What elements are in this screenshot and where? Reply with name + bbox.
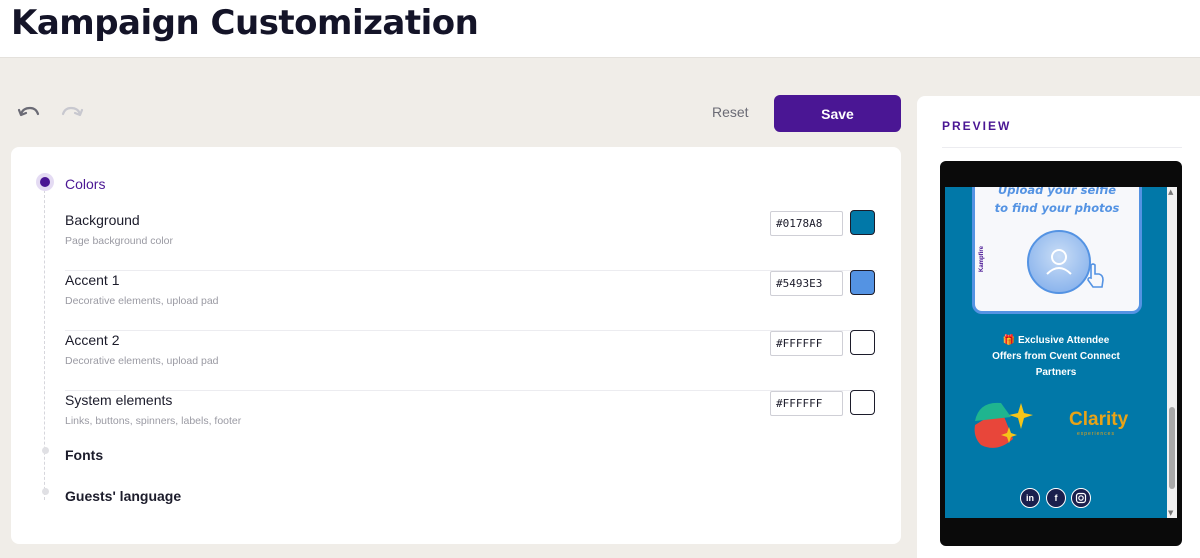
clarity-logo-subtitle: experiences <box>1077 431 1115 437</box>
color-row-description: Decorative elements, upload pad <box>65 295 219 307</box>
upload-text-line1: Upload your selfie <box>997 187 1117 197</box>
preview-screen: Upload your selfie to find your photos K… <box>945 187 1167 518</box>
offer-line-3: Partners <box>1035 367 1077 378</box>
upload-text-line2: to find your photos <box>994 201 1120 215</box>
undo-icon[interactable] <box>17 104 41 122</box>
scroll-up-icon[interactable]: ▲ <box>1168 188 1173 196</box>
background-color-swatch[interactable] <box>850 210 875 235</box>
partner-logo <box>974 402 1033 448</box>
accent-1-color-swatch[interactable] <box>850 270 875 295</box>
reset-button[interactable]: Reset <box>712 104 749 120</box>
offer-line-2: Offers from Cvent Connect <box>992 351 1120 362</box>
step-colors[interactable]: Colors <box>65 176 105 192</box>
offer-line-1: 🎁 Exclusive Attendee <box>1002 335 1110 346</box>
color-row-label: System elements <box>65 392 173 408</box>
color-row-description: Page background color <box>65 235 173 247</box>
kampfire-brand: Kampfire <box>979 245 985 272</box>
color-row-accent-1: Accent 1 Decorative elements, upload pad <box>65 270 877 331</box>
accent-2-hex-input[interactable] <box>770 331 843 356</box>
upload-pad: Upload your selfie to find your photos K… <box>972 187 1142 314</box>
preview-title: PREVIEW <box>942 119 1012 133</box>
color-row-label: Background <box>65 212 140 228</box>
hand-pointer-icon <box>1087 263 1104 288</box>
upload-selfie-button[interactable] <box>1027 230 1091 294</box>
color-row-background: Background Page background color <box>65 210 877 271</box>
color-row-accent-2: Accent 2 Decorative elements, upload pad <box>65 330 877 391</box>
color-row-label: Accent 2 <box>65 332 120 348</box>
step-indicator-fonts <box>42 447 49 454</box>
color-row-system-elements: System elements Links, buttons, spinners… <box>65 390 877 451</box>
step-indicator-language <box>42 488 49 495</box>
step-guests-language[interactable]: Guests' language <box>65 488 181 504</box>
phone-preview: Upload your selfie to find your photos K… <box>940 161 1182 546</box>
redo-icon[interactable] <box>60 104 84 122</box>
system-elements-hex-input[interactable] <box>770 391 843 416</box>
instagram-glyph <box>1075 492 1087 504</box>
preview-scrollbar[interactable]: ▲ ▼ <box>1167 187 1177 518</box>
clarity-logo: Clarity <box>1069 409 1129 430</box>
preview-divider <box>942 147 1182 148</box>
accent-2-color-swatch[interactable] <box>850 330 875 355</box>
step-fonts[interactable]: Fonts <box>65 447 103 463</box>
color-row-description: Links, buttons, spinners, labels, footer <box>65 415 242 427</box>
system-elements-color-swatch[interactable] <box>850 390 875 415</box>
save-button[interactable]: Save <box>774 95 901 132</box>
background-hex-input[interactable] <box>770 211 843 236</box>
color-row-description: Decorative elements, upload pad <box>65 355 219 367</box>
page-title: Kampaign Customization <box>11 3 479 43</box>
accent-1-hex-input[interactable] <box>770 271 843 296</box>
instagram-icon[interactable] <box>1071 488 1091 508</box>
scroll-down-icon[interactable]: ▼ <box>1168 509 1173 517</box>
offer-text: 🎁 Exclusive Attendee Offers from Cvent C… <box>945 333 1167 381</box>
step-indicator-colors <box>36 173 54 191</box>
scroll-thumb[interactable] <box>1169 407 1175 489</box>
page-header: Kampaign Customization <box>0 0 1200 58</box>
linkedin-icon[interactable]: in <box>1020 488 1040 508</box>
color-row-label: Accent 1 <box>65 272 120 288</box>
facebook-icon[interactable]: f <box>1046 488 1066 508</box>
